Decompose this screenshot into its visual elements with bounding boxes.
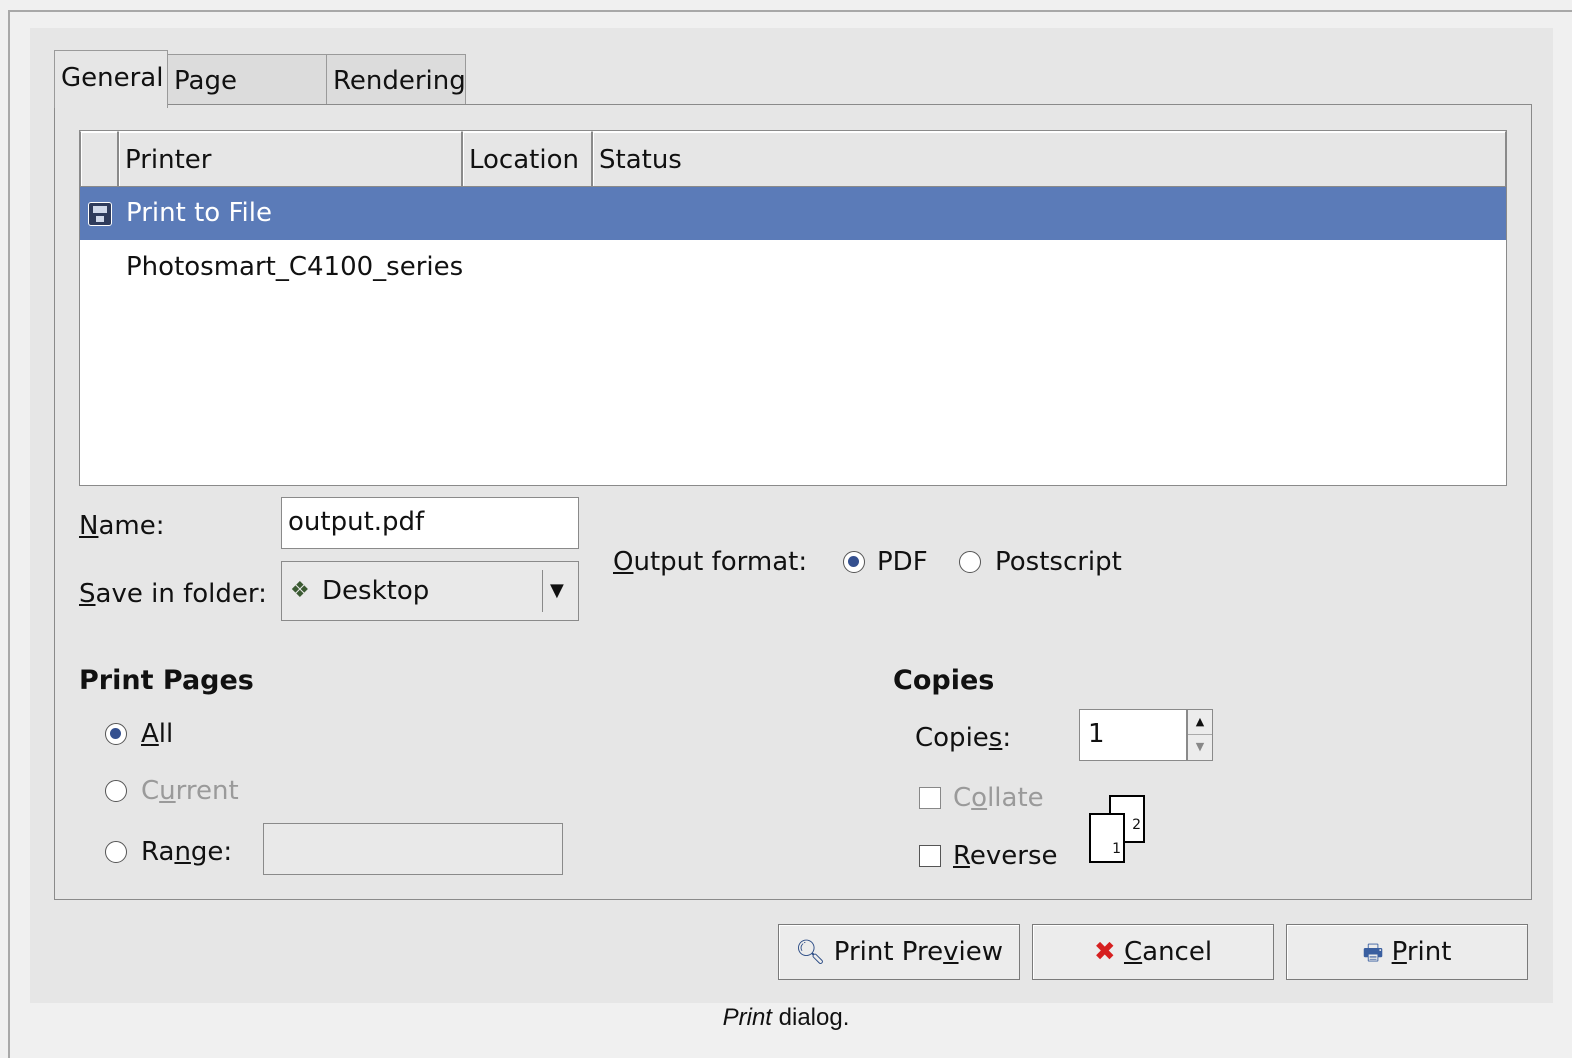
print-button[interactable]: 🖶 Print [1286,924,1528,980]
range-radio[interactable] [105,841,127,863]
print-pages-heading: Print Pages [79,665,254,696]
output-format-label: Output format: [613,547,808,577]
column-header-status[interactable]: Status [592,131,1506,187]
tab-page-setup[interactable]: Page Setup [167,54,327,148]
print-preview-icon: 🔍︎ [794,938,826,966]
column-header-location[interactable]: Location [462,131,592,187]
range-field[interactable] [263,823,563,875]
floppy-disk-icon [88,202,112,226]
desktop-icon: ❖ [290,578,310,603]
tab-general[interactable]: General [54,50,168,108]
copies-label: Copies: [915,723,1012,753]
all-label: All [141,719,174,749]
collate-checkbox[interactable] [919,787,941,809]
copies-heading: Copies [893,665,995,696]
printer-name: Print to File [126,198,272,228]
save-in-folder-label: Save in folder: [79,579,267,609]
general-panel: Printer Location Status Print to File Ph… [54,104,1532,900]
printer-list-header: Printer Location Status [80,131,1506,187]
print-dialog: General Page Setup Rendering Printer Loc… [30,28,1553,1003]
cancel-x-icon: ✖ [1093,937,1116,967]
printer-row-print-to-file[interactable]: Print to File [80,187,1506,240]
collate-label: Collate [953,783,1044,813]
chevron-up-icon[interactable]: ▲ [1188,710,1212,735]
save-in-folder-combo[interactable]: ❖ Desktop ▼ [281,561,579,621]
postscript-label: Postscript [995,547,1122,577]
name-label: Name: [79,511,165,541]
printer-row-photosmart[interactable]: Photosmart_C4100_series [80,241,1506,294]
current-radio[interactable] [105,780,127,802]
pdf-label: PDF [877,547,928,577]
tab-rendering[interactable]: Rendering [326,54,466,106]
chevron-down-icon[interactable]: ▼ [1188,735,1212,759]
printer-list[interactable]: Printer Location Status Print to File Ph… [79,130,1507,486]
current-label: Current [141,776,239,806]
folder-value: Desktop [322,576,430,606]
printer-name: Photosmart_C4100_series [126,252,464,282]
figure-caption: Print dialog. [722,1004,850,1031]
range-label: Range: [141,837,233,867]
chevron-down-icon: ▼ [550,580,564,601]
cancel-button[interactable]: ✖ Cancel [1032,924,1274,980]
page-1-icon: 1 [1089,813,1125,863]
column-header-icon[interactable] [80,131,118,187]
column-header-printer[interactable]: Printer [118,131,462,187]
postscript-radio[interactable] [959,551,981,573]
pdf-radio[interactable] [843,551,865,573]
reverse-checkbox[interactable] [919,845,941,867]
reverse-label: Reverse [953,841,1058,871]
print-preview-button[interactable]: 🔍︎ Print Preview [778,924,1020,980]
copies-spinbutton[interactable]: 1 [1079,709,1187,761]
printer-icon: 🖶 [1362,941,1384,966]
all-radio[interactable] [105,723,127,745]
name-field[interactable]: output.pdf [281,497,579,549]
copies-stepper[interactable]: ▲ ▼ [1187,709,1213,761]
